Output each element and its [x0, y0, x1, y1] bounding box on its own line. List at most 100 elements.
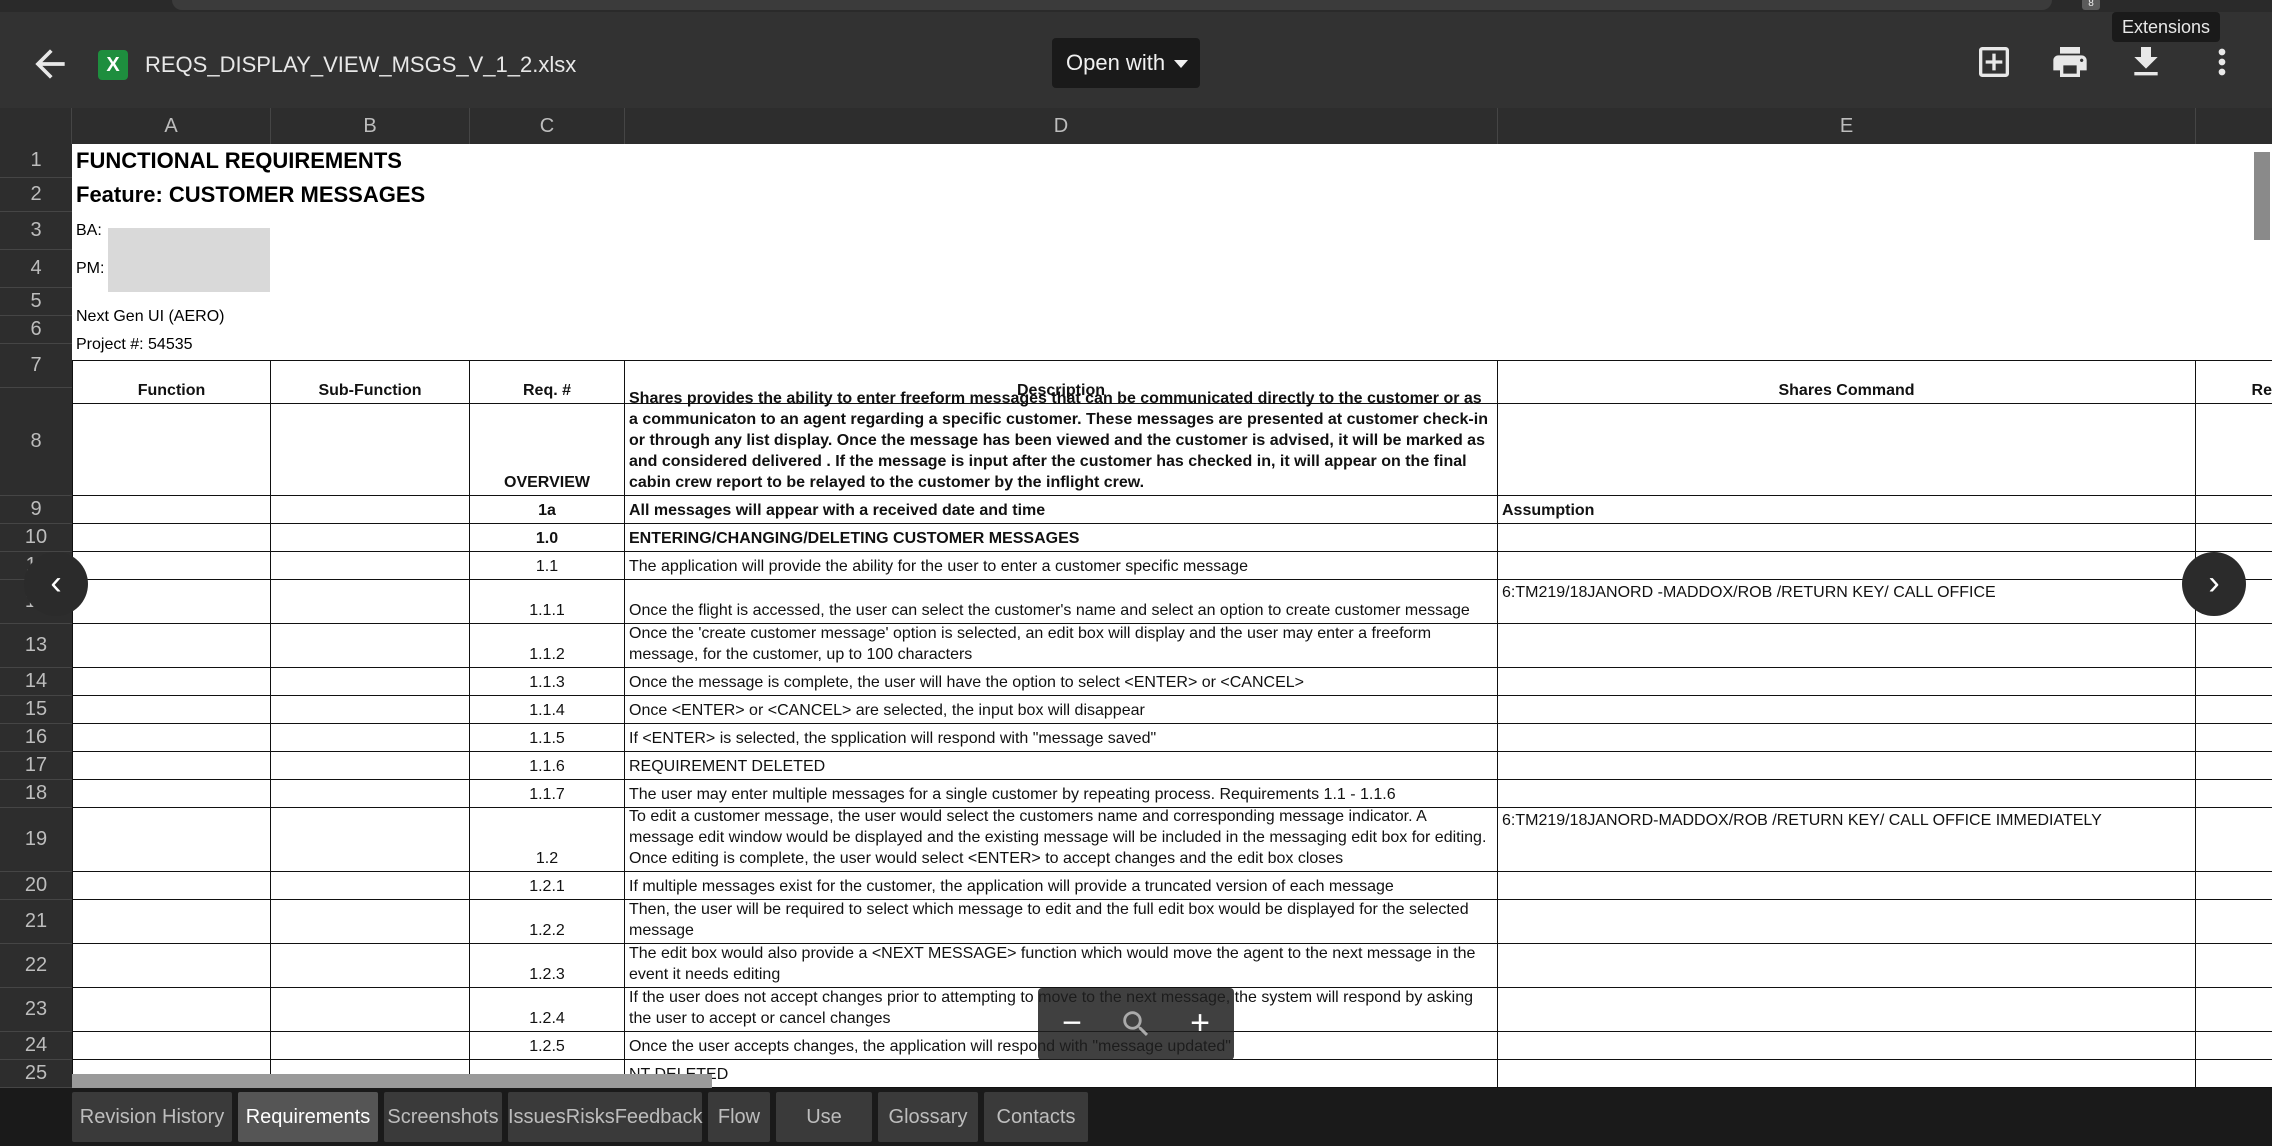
- row-number[interactable]: 18: [0, 780, 72, 808]
- cell-function[interactable]: [72, 552, 271, 580]
- column-header-f[interactable]: [2196, 108, 2272, 144]
- cell-req-number[interactable]: 1.0: [470, 524, 625, 552]
- row-number[interactable]: 20: [0, 872, 72, 900]
- cell-function[interactable]: [72, 696, 271, 724]
- cell-description[interactable]: Once <ENTER> or <CANCEL> are selected, t…: [625, 696, 1498, 724]
- tab-contacts[interactable]: Contacts: [984, 1092, 1088, 1142]
- horizontal-scrollbar[interactable]: [72, 1074, 712, 1088]
- cell-description[interactable]: If multiple messages exist for the custo…: [625, 872, 1498, 900]
- cell-req-number[interactable]: 1.1.1: [470, 580, 625, 624]
- row-number[interactable]: 19: [0, 808, 72, 872]
- more-vert-icon[interactable]: [2202, 42, 2242, 82]
- cell-shares-command[interactable]: [1498, 1032, 2196, 1060]
- previous-arrow-icon[interactable]: ‹: [24, 552, 88, 616]
- cell-shares-command[interactable]: [1498, 988, 2196, 1032]
- cell-function[interactable]: [72, 668, 271, 696]
- open-with-button[interactable]: Open with: [1052, 38, 1200, 88]
- cell-sub-function[interactable]: [271, 624, 470, 668]
- tab-revision-history[interactable]: Revision History: [72, 1092, 232, 1142]
- cell-sub-function[interactable]: [271, 580, 470, 624]
- cell-req-number[interactable]: OVERVIEW: [470, 388, 625, 496]
- cell-req-number[interactable]: 1.2.4: [470, 988, 625, 1032]
- cell-function[interactable]: [72, 780, 271, 808]
- cell-function[interactable]: [72, 724, 271, 752]
- row-number[interactable]: 21: [0, 900, 72, 944]
- spreadsheet[interactable]: A B C D E 123456789101112131415161718192…: [0, 108, 2272, 1088]
- row-number[interactable]: 3: [0, 212, 72, 250]
- column-header-d[interactable]: D: [625, 108, 1498, 144]
- cell-sub-function[interactable]: [271, 780, 470, 808]
- cell-function[interactable]: [72, 496, 271, 524]
- cell-grid[interactable]: FUNCTIONAL REQUIREMENTS Feature: CUSTOME…: [72, 144, 2272, 1088]
- cell-req-number[interactable]: 1.1: [470, 552, 625, 580]
- cell-function[interactable]: [72, 872, 271, 900]
- cell-req-number[interactable]: 1a: [470, 496, 625, 524]
- vertical-scrollbar[interactable]: [2252, 144, 2272, 1088]
- row-number[interactable]: 24: [0, 1032, 72, 1060]
- tab-issuesrisksfeedback[interactable]: IssuesRisksFeedback: [508, 1092, 703, 1142]
- cell-function[interactable]: [72, 808, 271, 872]
- download-icon[interactable]: [2126, 42, 2166, 82]
- cell-req-number[interactable]: 1.2.3: [470, 944, 625, 988]
- cell-sub-function[interactable]: [271, 496, 470, 524]
- cell-req-number[interactable]: 1.2.5: [470, 1032, 625, 1060]
- row-number[interactable]: 25: [0, 1060, 72, 1088]
- cell-req-number[interactable]: 1.2.1: [470, 872, 625, 900]
- cell-description[interactable]: NT DELETED: [625, 1060, 1498, 1088]
- row-number[interactable]: 7: [0, 344, 72, 388]
- cell-description[interactable]: Once the 'create customer message' optio…: [625, 624, 1498, 668]
- cell-shares-command[interactable]: [1498, 872, 2196, 900]
- cell-shares-command[interactable]: [1498, 1060, 2196, 1088]
- cell-description[interactable]: The user may enter multiple messages for…: [625, 780, 1498, 808]
- cell-req-number[interactable]: 1.1.7: [470, 780, 625, 808]
- cell-shares-command[interactable]: [1498, 752, 2196, 780]
- cell-shares-command[interactable]: 6:TM219/18JANORD-MADDOX/ROB /RETURN KEY/…: [1498, 808, 2196, 872]
- row-number[interactable]: 13: [0, 624, 72, 668]
- scroll-thumb[interactable]: [2254, 152, 2270, 240]
- row-number[interactable]: 8: [0, 388, 72, 496]
- cell-req-number[interactable]: 1.1.6: [470, 752, 625, 780]
- cell-description[interactable]: REQUIREMENT DELETED: [625, 752, 1498, 780]
- cell-function[interactable]: [72, 1032, 271, 1060]
- cell-shares-command[interactable]: [1498, 624, 2196, 668]
- cell-sub-function[interactable]: [271, 944, 470, 988]
- cell-function[interactable]: [72, 580, 271, 624]
- cell-description[interactable]: All messages will appear with a received…: [625, 496, 1498, 524]
- cell-sub-function[interactable]: [271, 552, 470, 580]
- cell-shares-command[interactable]: [1498, 724, 2196, 752]
- cell-req-number[interactable]: 1.2: [470, 808, 625, 872]
- cell-shares-command[interactable]: [1498, 900, 2196, 944]
- cell-shares-command[interactable]: [1498, 552, 2196, 580]
- cell-req-number[interactable]: 1.2.2: [470, 900, 625, 944]
- cell-shares-command[interactable]: [1498, 696, 2196, 724]
- print-icon[interactable]: [2050, 42, 2090, 82]
- column-header-c[interactable]: C: [470, 108, 625, 144]
- tab-use-cases[interactable]: Use Cases: [776, 1092, 872, 1142]
- cell-sub-function[interactable]: [271, 988, 470, 1032]
- cell-sub-function[interactable]: [271, 524, 470, 552]
- cell-function[interactable]: [72, 524, 271, 552]
- cell-function[interactable]: [72, 388, 271, 496]
- cell-description[interactable]: The edit box would also provide a <NEXT …: [625, 944, 1498, 988]
- row-number[interactable]: 17: [0, 752, 72, 780]
- cell-shares-command[interactable]: [1498, 944, 2196, 988]
- cell-shares-command[interactable]: [1498, 524, 2196, 552]
- column-header-b[interactable]: B: [271, 108, 470, 144]
- cell-shares-command[interactable]: Assumption: [1498, 496, 2196, 524]
- cell-description[interactable]: Once the flight is accessed, the user ca…: [625, 580, 1498, 624]
- cell-description[interactable]: To edit a customer message, the user wou…: [625, 808, 1498, 872]
- cell-shares-command[interactable]: [1498, 780, 2196, 808]
- row-number[interactable]: 23: [0, 988, 72, 1032]
- cell-description[interactable]: Then, the user will be required to selec…: [625, 900, 1498, 944]
- zoom-out-icon[interactable]: −: [1048, 1000, 1096, 1048]
- cell-function[interactable]: [72, 988, 271, 1032]
- cell-sub-function[interactable]: [271, 900, 470, 944]
- row-number[interactable]: 4: [0, 250, 72, 288]
- cell-function[interactable]: [72, 752, 271, 780]
- tab-flow[interactable]: Flow: [708, 1092, 770, 1142]
- cell-req-number[interactable]: 1.1.4: [470, 696, 625, 724]
- cell-shares-command[interactable]: 6:TM219/18JANORD -MADDOX/ROB /RETURN KEY…: [1498, 580, 2196, 624]
- cell-function[interactable]: [72, 900, 271, 944]
- cell-req-number[interactable]: 1.1.5: [470, 724, 625, 752]
- tab-screenshots[interactable]: Screenshots: [384, 1092, 502, 1142]
